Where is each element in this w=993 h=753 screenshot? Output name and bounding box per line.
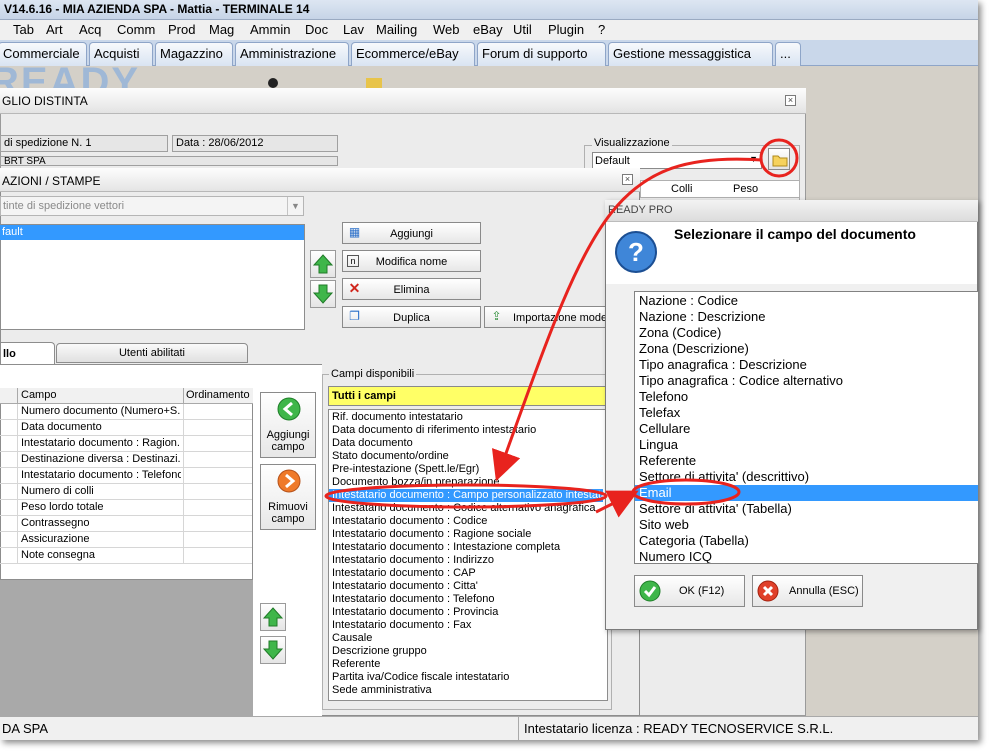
annotation-arrow-picker [491, 157, 763, 482]
annotation-circle-email [631, 478, 741, 506]
annotation-overlay [324, 138, 799, 518]
annotation-circle-picker [759, 138, 799, 178]
annotation-circle-available [324, 483, 608, 509]
